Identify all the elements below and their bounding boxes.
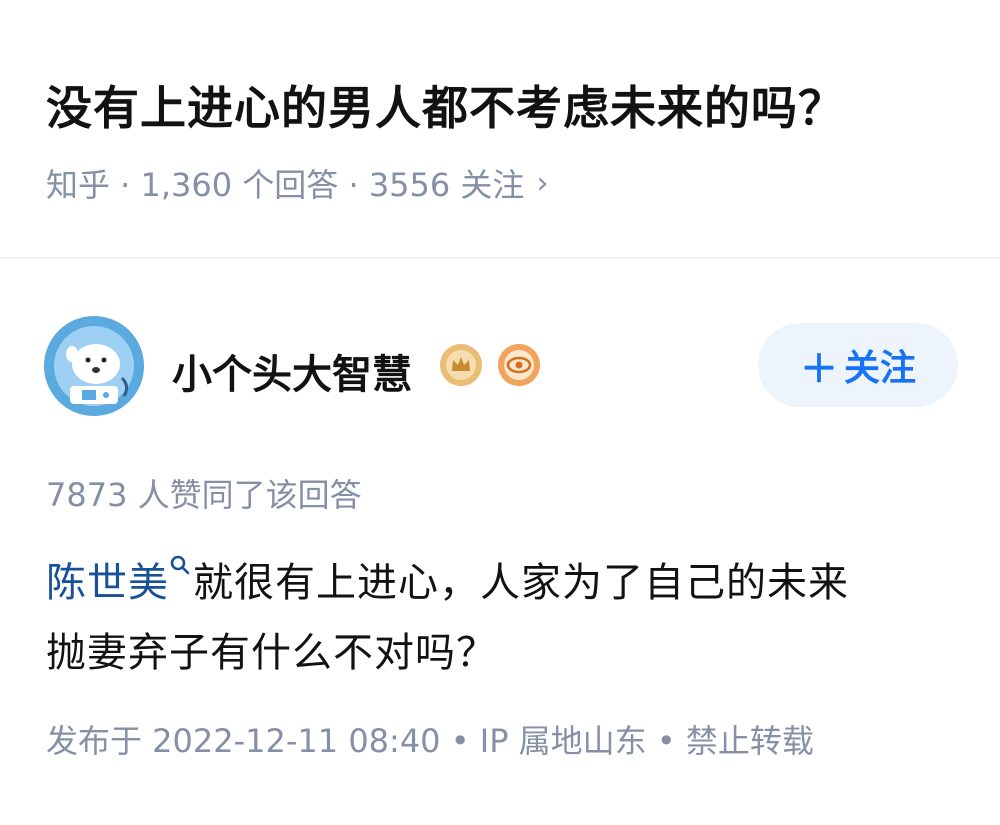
search-icon[interactable] — [169, 554, 191, 578]
question-meta[interactable]: 知乎 · 1,360 个回答 · 3556 关注 › — [46, 160, 548, 206]
crown-badge-icon[interactable] — [440, 344, 482, 386]
author-name[interactable]: 小个头大智慧 — [172, 342, 412, 400]
search-keyword-link[interactable]: 陈世美 — [46, 560, 169, 606]
plus-icon: ＋ — [799, 346, 838, 391]
question-meta-text: 知乎 · 1,360 个回答 · 3556 关注 — [46, 166, 525, 204]
astronaut-polar-bear-icon — [44, 316, 144, 416]
follow-button[interactable]: ＋ 关注 — [758, 323, 958, 407]
upvote-count: 7873 人赞同了该回答 — [46, 476, 362, 514]
question-title[interactable]: 没有上进心的男人都不考虑未来的吗？ — [46, 72, 845, 138]
eye-badge-icon[interactable] — [498, 344, 540, 386]
answer-text-line2: 抛妻弃子有什么不对吗？ — [46, 630, 497, 676]
answer-text-line1: 就很有上进心，人家为了自己的未来 — [193, 560, 849, 606]
section-divider — [0, 257, 1000, 259]
avatar[interactable] — [44, 316, 144, 416]
zhihu-answer-page: 没有上进心的男人都不考虑未来的吗？ 知乎 · 1,360 个回答 · 3556 … — [0, 0, 1000, 825]
publish-info: 发布于 2022-12-11 08:40 • IP 属地山东 • 禁止转载 — [46, 722, 814, 760]
chevron-right-icon: › — [536, 165, 549, 201]
answer-content: 陈世美 就很有上进心，人家为了自己的未来 抛妻弃子有什么不对吗？ — [46, 548, 946, 688]
follow-button-label: 关注 — [844, 348, 917, 389]
